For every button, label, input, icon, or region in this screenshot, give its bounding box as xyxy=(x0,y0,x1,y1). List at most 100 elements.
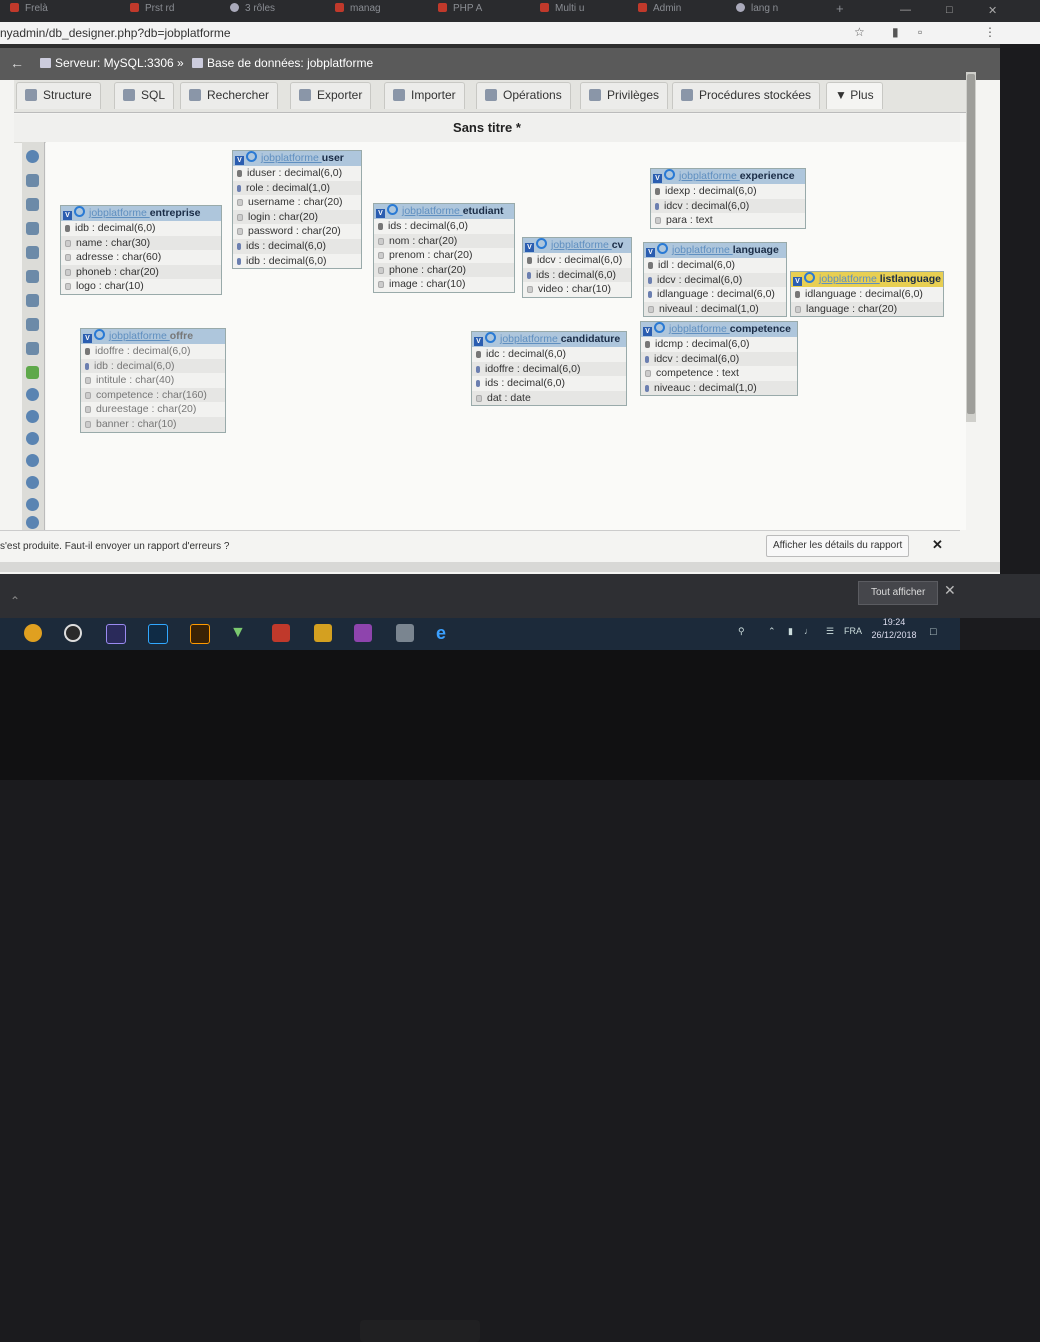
column-row[interactable]: idcmp : decimal(6,0) xyxy=(641,337,797,352)
extension-icon[interactable]: ▫ xyxy=(918,25,922,39)
column-row[interactable]: logo : char(10) xyxy=(61,279,221,294)
table-listlanguage[interactable]: Vjobplatforme listlanguage idlanguage : … xyxy=(790,271,944,318)
column-row[interactable]: username : char(20) xyxy=(233,195,361,210)
toggle-menu-icon[interactable] xyxy=(26,150,39,163)
open-page-icon[interactable] xyxy=(26,246,39,259)
clock[interactable]: 19:24 26/12/2018 xyxy=(868,616,920,642)
browser-menu-icon[interactable]: ⋮ xyxy=(984,25,996,39)
table-experience[interactable]: Vjobplatforme experience idexp : decimal… xyxy=(650,168,806,229)
browser-tab[interactable]: PHP A xyxy=(438,3,482,19)
minimize-button[interactable]: — xyxy=(900,4,911,16)
sublime-icon[interactable] xyxy=(314,624,332,642)
scrollbar-thumb[interactable] xyxy=(967,74,975,414)
notifications-icon[interactable]: □ xyxy=(930,626,937,638)
toggle-columns-icon[interactable] xyxy=(94,329,105,340)
column-row[interactable]: role : decimal(1,0) xyxy=(233,180,361,196)
table-user[interactable]: Vjobplatforme user iduser : decimal(6,0)… xyxy=(232,150,362,270)
column-row[interactable]: dat : date xyxy=(472,390,626,406)
table-language[interactable]: Vjobplatforme language idl : decimal(6,0… xyxy=(643,242,787,318)
column-row[interactable]: video : char(10) xyxy=(523,282,631,297)
toggle-columns-icon[interactable] xyxy=(654,322,665,333)
close-downloads-icon[interactable]: ✕ xyxy=(944,582,956,599)
table-header[interactable]: Vjobplatforme candidature xyxy=(472,332,626,347)
add-tables-icon[interactable] xyxy=(26,198,39,211)
show-all-downloads-button[interactable]: Tout afficher xyxy=(858,581,939,605)
column-row[interactable]: idlanguage : decimal(6,0) xyxy=(644,287,786,302)
column-row[interactable]: idlanguage : decimal(6,0) xyxy=(791,287,943,302)
table-cv[interactable]: Vjobplatforme cv idcv : decimal(6,0) ids… xyxy=(522,237,632,298)
breadcrumb-server[interactable]: Serveur: MySQL:3306 » xyxy=(40,56,184,70)
column-row[interactable]: idcv : decimal(6,0) xyxy=(523,253,631,268)
filezilla-icon[interactable] xyxy=(272,624,290,642)
tab-export[interactable]: Exporter xyxy=(290,82,372,109)
column-row[interactable]: ids : decimal(6,0) xyxy=(523,267,631,283)
browser-tab[interactable]: manag xyxy=(335,3,381,19)
toggle-columns-icon[interactable] xyxy=(804,272,815,283)
table-header[interactable]: Vjobplatforme etudiant xyxy=(374,204,514,219)
chrome-icon[interactable] xyxy=(24,624,42,642)
snap-grid-icon[interactable] xyxy=(26,454,39,467)
tab-structure[interactable]: Structure xyxy=(16,82,101,109)
horizontal-scrollbar[interactable] xyxy=(0,562,1000,572)
table-header[interactable]: Vjobplatforme experience xyxy=(651,169,805,184)
save-as-icon[interactable] xyxy=(26,294,39,307)
column-row[interactable]: idc : decimal(6,0) xyxy=(472,347,626,362)
toggle-columns-icon[interactable] xyxy=(536,238,547,249)
column-row[interactable]: idoffre : decimal(6,0) xyxy=(472,361,626,377)
table-competence[interactable]: Vjobplatforme competence idcmp : decimal… xyxy=(640,321,798,397)
column-row[interactable]: ids : decimal(6,0) xyxy=(472,376,626,391)
checkbox-icon[interactable]: V xyxy=(474,337,483,346)
checkbox-icon[interactable]: V xyxy=(63,211,72,220)
column-row[interactable]: banner : char(10) xyxy=(81,416,225,432)
table-header[interactable]: Vjobplatforme listlanguage xyxy=(791,272,943,287)
tab-operations[interactable]: Opérations xyxy=(476,82,571,109)
column-row[interactable]: idb : decimal(6,0) xyxy=(61,221,221,236)
battery-icon[interactable]: ▮ xyxy=(788,626,793,637)
toggle-columns-icon[interactable] xyxy=(664,169,675,180)
create-relation-icon[interactable] xyxy=(26,366,39,379)
premiere-icon[interactable] xyxy=(106,624,126,644)
column-row[interactable]: idoffre : decimal(6,0) xyxy=(81,344,225,359)
new-tab-button[interactable]: + xyxy=(836,1,844,17)
url-field[interactable]: nyadmin/db_designer.php?db=jobplatforme xyxy=(0,26,231,40)
column-row[interactable]: login : char(20) xyxy=(233,209,361,225)
column-row[interactable]: intitule : char(40) xyxy=(81,373,225,388)
column-row[interactable]: idcv : decimal(6,0) xyxy=(644,272,786,288)
column-row[interactable]: idb : decimal(6,0) xyxy=(81,358,225,374)
table-header[interactable]: Vjobplatforme entreprise xyxy=(61,206,221,221)
create-table-icon[interactable] xyxy=(26,342,39,355)
column-row[interactable]: prenom : char(20) xyxy=(374,248,514,263)
toggle-columns-icon[interactable] xyxy=(74,206,85,217)
close-window-button[interactable]: ✕ xyxy=(988,4,997,17)
column-row[interactable]: idcv : decimal(6,0) xyxy=(651,198,805,214)
phpstorm-icon[interactable] xyxy=(354,624,372,642)
column-row[interactable]: niveaul : decimal(1,0) xyxy=(644,301,786,317)
table-header[interactable]: Vjobplatforme language xyxy=(644,243,786,258)
toggle-relations-icon[interactable] xyxy=(26,498,39,511)
table-header[interactable]: Vjobplatforme user xyxy=(233,151,361,166)
column-row[interactable]: ids : decimal(6,0) xyxy=(233,238,361,254)
tray-chevron-icon[interactable]: ⌃ xyxy=(768,626,776,637)
collapse-arrow-icon[interactable]: ← xyxy=(10,55,24,71)
fullscreen-icon[interactable] xyxy=(26,174,39,187)
tab-search[interactable]: Rechercher xyxy=(180,82,279,109)
chevron-up-icon[interactable]: ⌃ xyxy=(10,594,20,608)
extension-icon[interactable]: ▮ xyxy=(892,25,899,39)
column-row[interactable]: nom : char(20) xyxy=(374,233,514,249)
column-row[interactable]: niveauc : decimal(1,0) xyxy=(641,380,797,396)
checkbox-icon[interactable]: V xyxy=(235,156,244,165)
angular-links-icon[interactable] xyxy=(26,432,39,445)
help-icon[interactable] xyxy=(26,410,39,423)
maximize-button[interactable]: □ xyxy=(946,4,953,16)
show-report-details-button[interactable]: Afficher les détails du rapport xyxy=(766,535,910,557)
checkbox-icon[interactable]: V xyxy=(643,327,652,336)
save-page-icon[interactable] xyxy=(26,270,39,283)
browser-tab[interactable]: Admin xyxy=(638,3,681,19)
vectorworks-icon[interactable]: ▼ xyxy=(230,624,248,642)
column-row[interactable]: password : char(20) xyxy=(233,224,361,239)
browser-tab[interactable]: lang n xyxy=(736,3,778,19)
column-row[interactable]: phone : char(20) xyxy=(374,262,514,278)
column-row[interactable]: iduser : decimal(6,0) xyxy=(233,166,361,181)
close-error-icon[interactable]: ✕ xyxy=(932,537,943,553)
checkbox-icon[interactable]: V xyxy=(525,243,534,252)
